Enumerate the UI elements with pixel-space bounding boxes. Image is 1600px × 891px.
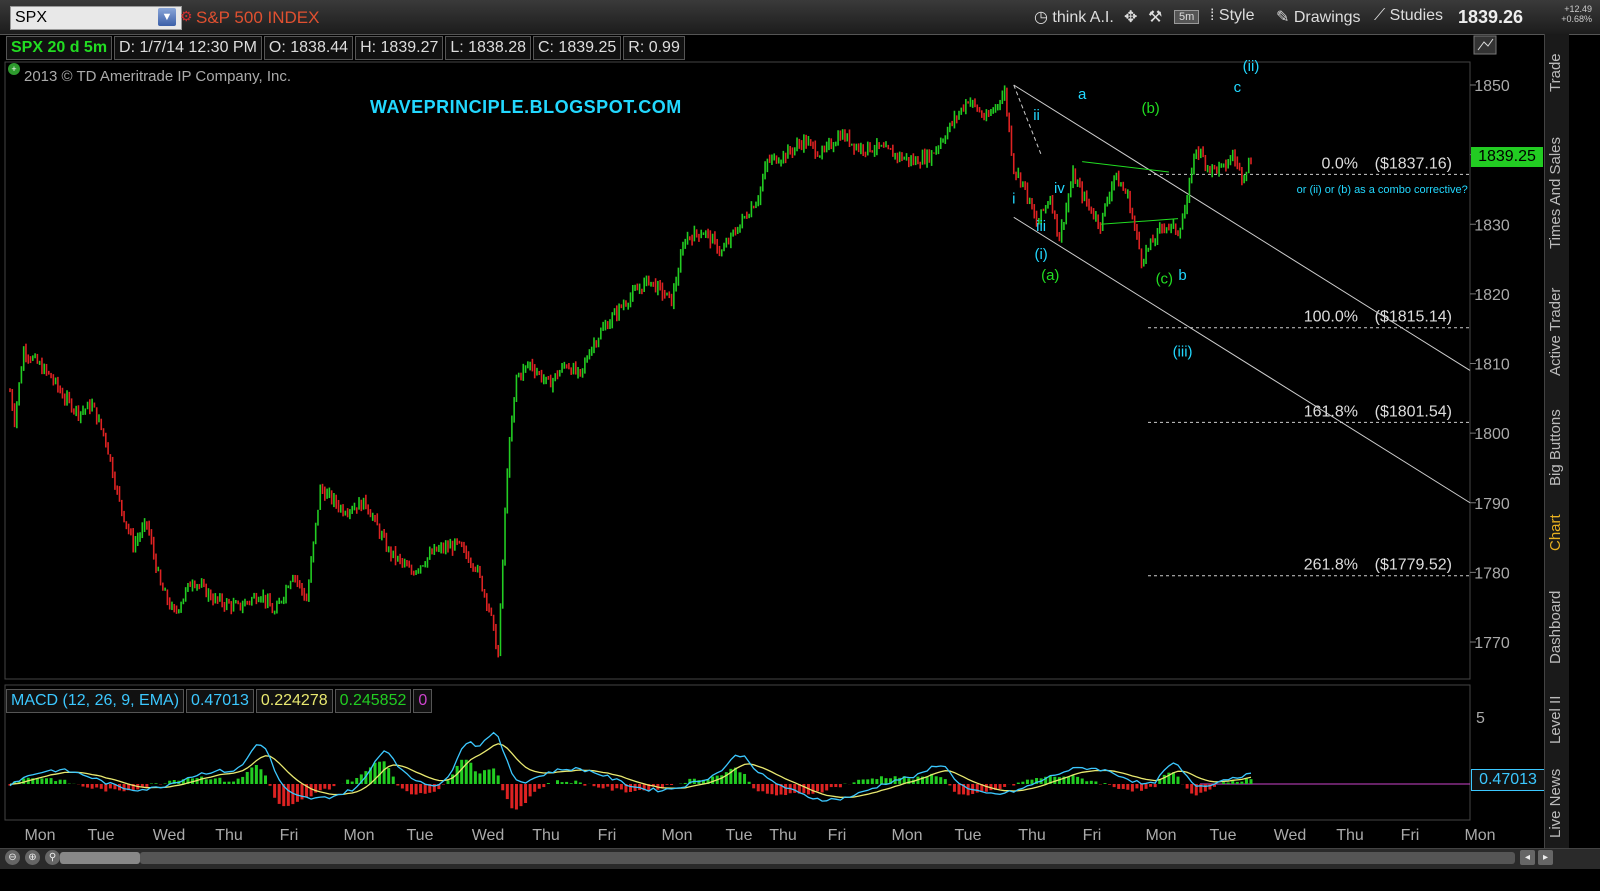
wave-label: c [1234,79,1242,96]
price-panel-frame [4,61,1471,680]
wave-label: (b) [1141,100,1159,117]
time-axis-label: Thu [769,827,797,844]
macd-avg: 0.224278 [255,689,333,713]
wave-label: (i) [1034,246,1047,263]
wave-label: b [1178,267,1186,284]
price-tick-label: 1820 [1474,287,1510,304]
time-axis-label: Mon [661,827,692,844]
time-axis-label: Fri [828,827,847,844]
time-axis-label: Tue [955,827,982,844]
wave-label: iv [1054,180,1065,197]
sidebar-chart[interactable]: Chart [1547,514,1564,551]
fib-percent-label: 261.8% [1304,557,1358,574]
channel-lower-line [1013,216,1471,504]
macd-study: 5 [8,710,1485,810]
macd-zero: 0 [413,689,433,713]
right-sidebar: Trade Times And Sales Active Trader Big … [1544,34,1569,854]
wave-label: ii [1033,107,1040,124]
fib-levels: 0.0% ($1837.16) 100.0% ($1815.14) 161.8% ($18… [1148,155,1470,577]
horizontal-scrollbar[interactable] [140,852,1515,864]
macd-diff: 0.245852 [334,689,412,713]
price-tick-label: 1780 [1474,565,1510,582]
wave-label: iii [1036,218,1046,235]
time-axis-label: Tue [1210,827,1237,844]
fib-price-label: ($1801.54) [1375,403,1452,420]
time-axis-label: Mon [891,827,922,844]
sidebar-dashboard[interactable]: Dashboard [1547,591,1564,664]
fib-percent-label: 0.0% [1322,155,1358,172]
macd-label[interactable]: MACD (12, 26, 9, EMA) [6,689,185,713]
price-tick-label: 1790 [1474,496,1510,513]
macd-axis-tick: 5 [1476,710,1485,727]
fib-price-label: ($1815.14) [1375,309,1452,326]
time-axis-label: Fri [280,827,299,844]
fib-price-label: ($1779.52) [1375,557,1452,574]
scroll-thumb[interactable] [60,852,140,864]
time-axis-label: Thu [215,827,243,844]
sidebar-live-news[interactable]: Live News [1547,769,1564,838]
wave-label: or (ii) or (b) as a combo corrective? [1297,184,1468,196]
time-axis-label: Fri [1083,827,1102,844]
sidebar-trade[interactable]: Trade [1547,53,1564,92]
time-axis-label: Thu [532,827,560,844]
fib-price-label: ($1837.16) [1375,155,1452,172]
time-axis-label: Thu [1018,827,1046,844]
sidebar-level-ii[interactable]: Level II [1547,696,1564,744]
macd-legend: MACD (12, 26, 9, EMA) 0.47013 0.224278 0… [6,689,434,713]
time-axis-label: Wed [472,827,505,844]
macd-value: 0.47013 [186,689,254,713]
wave-label: (ii) [1243,58,1260,75]
time-axis-label: Mon [343,827,374,844]
macd-current-label: 0.47013 [1471,769,1545,791]
candles [9,85,1252,658]
sidebar-big-buttons[interactable]: Big Buttons [1547,409,1564,486]
triangle-lower-line [1100,218,1179,225]
wave-label: i [1012,190,1015,207]
time-axis-label: Tue [407,827,434,844]
zoom-in-icon[interactable]: ⊕ [25,850,40,865]
price-tick-label: 1850 [1474,78,1510,95]
magnifier-icon[interactable]: ⚲ [45,850,60,865]
time-axis-label: Tue [726,827,753,844]
time-axis-label: Tue [88,827,115,844]
wave-label: (iii) [1173,344,1193,361]
time-axis-label: Fri [1401,827,1420,844]
time-axis-label: Mon [1145,827,1176,844]
time-axis: Mon Tue Wed Thu Fri Mon Tue Wed Thu Fri Mon Tue Thu F… [24,827,1495,844]
time-axis-label: Wed [1274,827,1307,844]
time-axis-label: Mon [1464,827,1495,844]
time-axis-label: Mon [24,827,55,844]
wave-label: (c) [1156,270,1174,287]
wave-label: (a) [1041,267,1059,284]
triangle-upper-line [1082,161,1169,173]
time-axis-label: Fri [598,827,617,844]
chart-settings-icon[interactable] [1473,35,1497,55]
price-tick-label: 1830 [1474,217,1510,234]
scroll-right-icon[interactable]: ▸ [1538,850,1553,865]
sidebar-active-trader[interactable]: Active Trader [1547,288,1564,376]
price-tick-label: 1810 [1474,357,1510,374]
scroll-left-icon[interactable]: ◂ [1520,850,1535,865]
current-price-label: 1839.25 [1471,147,1543,167]
zoom-out-icon[interactable]: ⊖ [5,850,20,865]
sidebar-times-and-sales[interactable]: Times And Sales [1547,137,1564,249]
wave-label: a [1078,86,1087,103]
price-chart[interactable]: 0.0% ($1837.16) 100.0% ($1815.14) 161.8% ($18… [0,0,1544,848]
time-axis-label: Wed [153,827,186,844]
price-tick-label: 1800 [1474,426,1510,443]
fib-percent-label: 161.8% [1304,403,1358,420]
fib-percent-label: 100.0% [1304,309,1358,326]
price-tick-label: 1770 [1474,635,1510,652]
time-axis-label: Thu [1336,827,1364,844]
channel-upper-line [1013,84,1471,371]
trend-channel [1013,84,1471,504]
